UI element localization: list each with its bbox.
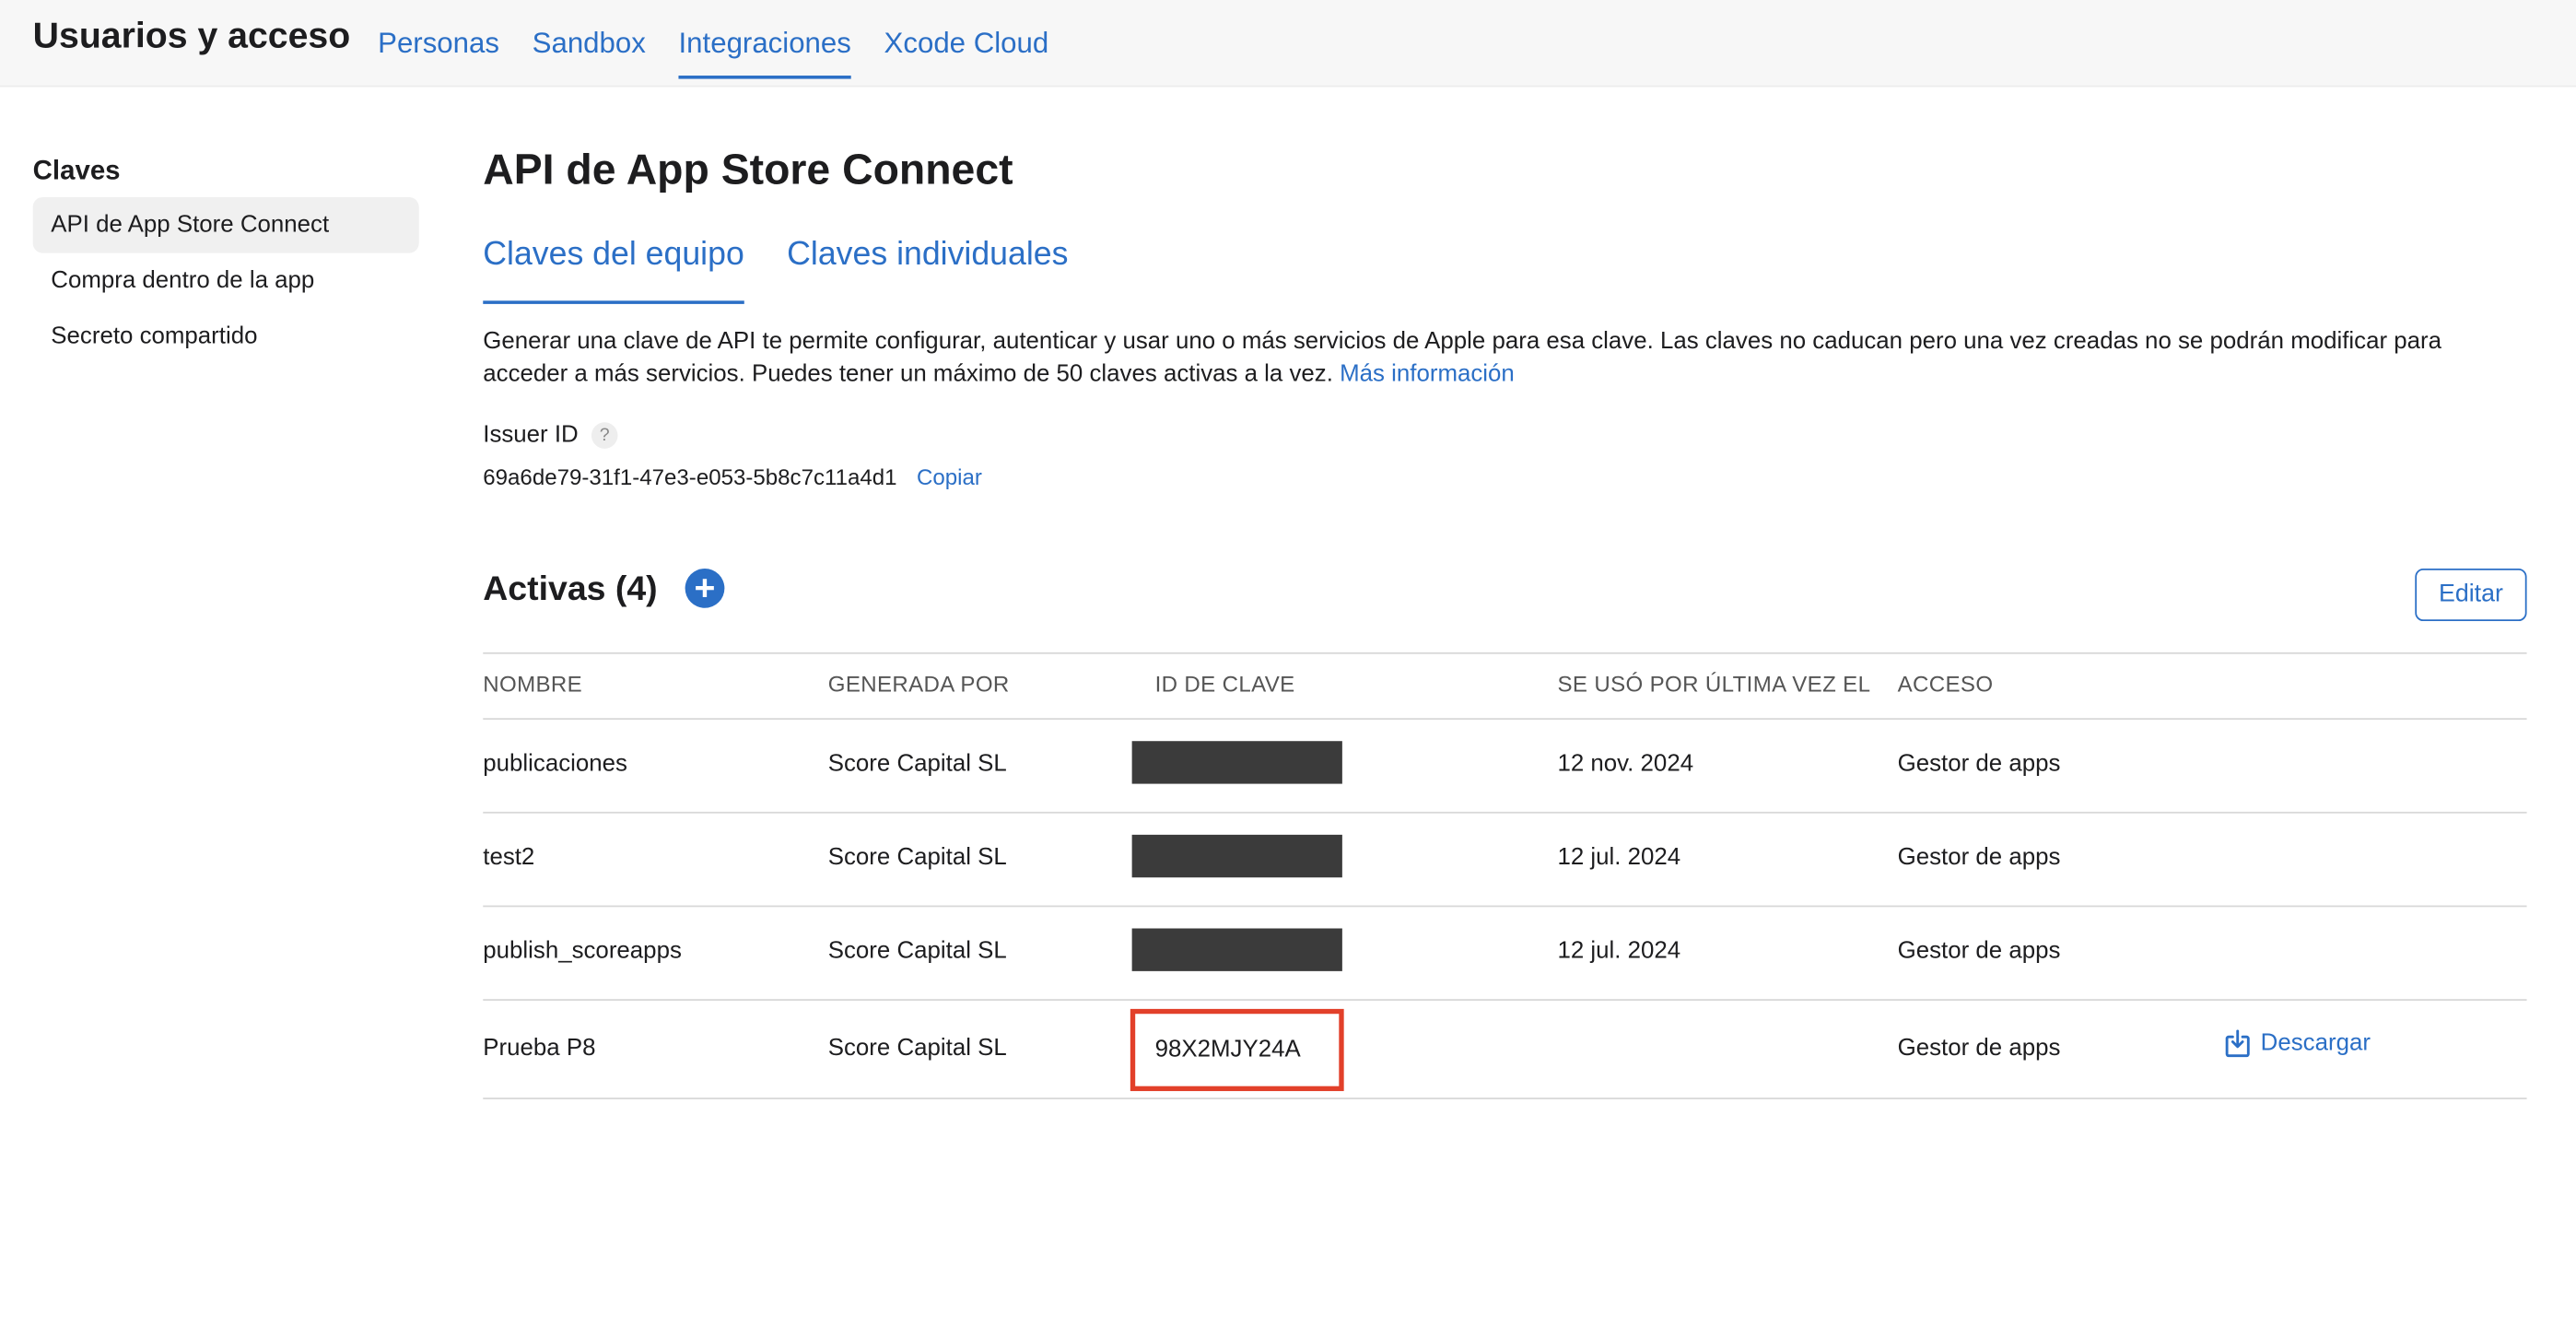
generated-by: Score Capital SL (827, 1035, 1007, 1062)
edit-button[interactable]: Editar (2415, 568, 2527, 622)
top-navigation-bar: Usuarios y acceso Personas Sandbox Integ… (0, 0, 2576, 88)
tab-claves-individuales[interactable]: Claves individuales (787, 231, 1068, 307)
app-window: Usuarios y acceso Personas Sandbox Integ… (0, 0, 2576, 1334)
key-name: publicaciones (483, 750, 627, 778)
access-role: Gestor de apps (1897, 1035, 2061, 1062)
copy-issuer-id-button[interactable]: Copiar (917, 464, 982, 489)
key-name: publish_scoreapps (483, 938, 682, 965)
keys-table: NOMBRE GENERADA POR ID DE CLAVE SE USÓ P… (483, 651, 2527, 1099)
redacted-key-id (1131, 928, 1342, 971)
issuer-id-label-row: Issuer ID ? (483, 419, 2526, 452)
table-row[interactable]: publicaciones Score Capital SL 12 nov. 2… (483, 720, 2527, 814)
column-header-acceso: ACCESO (1897, 672, 1994, 698)
access-role: Gestor de apps (1897, 750, 2061, 778)
table-row[interactable]: Prueba P8 Score Capital SL 98X2MJY24A Ge… (483, 1001, 2527, 1099)
last-used: 12 nov. 2024 (1557, 750, 1694, 778)
download-button[interactable]: Descargar (2224, 1028, 2371, 1058)
download-label: Descargar (2260, 1030, 2371, 1057)
active-keys-header: Activas (4) + Editar (483, 564, 2527, 629)
access-role: Gestor de apps (1897, 844, 2061, 872)
key-id-value: 98X2MJY24A (1154, 1037, 1301, 1063)
sidebar-item-secreto-compartido[interactable]: Secreto compartido (33, 309, 419, 365)
sidebar-item-compra-dentro-de-la-app[interactable]: Compra dentro de la app (33, 253, 419, 310)
tab-xcode-cloud[interactable]: Xcode Cloud (884, 0, 1049, 86)
generated-by: Score Capital SL (827, 750, 1007, 778)
top-tabs: Personas Sandbox Integraciones Xcode Clo… (378, 0, 1048, 86)
download-icon (2225, 1029, 2250, 1058)
main-content: API de App Store Connect Claves del equi… (483, 140, 2527, 629)
help-icon[interactable]: ? (591, 422, 618, 449)
highlighted-key-id: 98X2MJY24A (1130, 1008, 1344, 1092)
issuer-id-row: 69a6de79-31f1-47e3-e053-5b8c7c11a4d1 Cop… (483, 462, 2526, 491)
table-row[interactable]: test2 Score Capital SL 12 jul. 2024 Gest… (483, 814, 2527, 908)
column-header-ultimo-uso: SE USÓ POR ÚLTIMA VEZ EL (1557, 672, 1871, 698)
sidebar: Claves API de App Store Connect Compra d… (32, 151, 419, 365)
key-name: Prueba P8 (483, 1035, 596, 1062)
more-info-link[interactable]: Más información (1340, 361, 1515, 388)
tab-sandbox[interactable]: Sandbox (533, 0, 646, 86)
key-type-tabs: Claves del equipo Claves individuales (483, 231, 2526, 307)
sidebar-item-api-app-store-connect[interactable]: API de App Store Connect (32, 196, 419, 253)
tab-personas[interactable]: Personas (378, 0, 499, 86)
issuer-id-value: 69a6de79-31f1-47e3-e053-5b8c7c11a4d1 (483, 464, 897, 489)
issuer-id-label: Issuer ID (483, 422, 579, 449)
tab-integraciones[interactable]: Integraciones (678, 0, 852, 86)
redacted-key-id (1131, 741, 1342, 784)
tab-claves-del-equipo[interactable]: Claves del equipo (483, 231, 744, 307)
column-header-nombre: NOMBRE (483, 672, 583, 698)
last-used: 12 jul. 2024 (1557, 844, 1681, 872)
column-header-generada-por: GENERADA POR (827, 672, 1010, 698)
table-row[interactable]: publish_scoreapps Score Capital SL 12 ju… (483, 907, 2527, 1001)
section-title: Usuarios y acceso (32, 15, 351, 56)
description-paragraph: Generar una clave de API te permite conf… (483, 325, 2526, 391)
last-used: 12 jul. 2024 (1557, 938, 1681, 965)
generated-by: Score Capital SL (827, 938, 1007, 965)
table-header: NOMBRE GENERADA POR ID DE CLAVE SE USÓ P… (483, 651, 2527, 721)
key-name: test2 (483, 844, 535, 872)
add-key-icon[interactable]: + (685, 569, 725, 608)
generated-by: Score Capital SL (827, 844, 1007, 872)
redacted-key-id (1131, 834, 1342, 878)
page-title: API de App Store Connect (483, 144, 1013, 194)
sidebar-heading: Claves (32, 156, 121, 186)
column-header-id-de-clave: ID DE CLAVE (1154, 672, 1295, 698)
active-keys-title: Activas (4) (483, 569, 658, 608)
access-role: Gestor de apps (1897, 938, 2061, 965)
